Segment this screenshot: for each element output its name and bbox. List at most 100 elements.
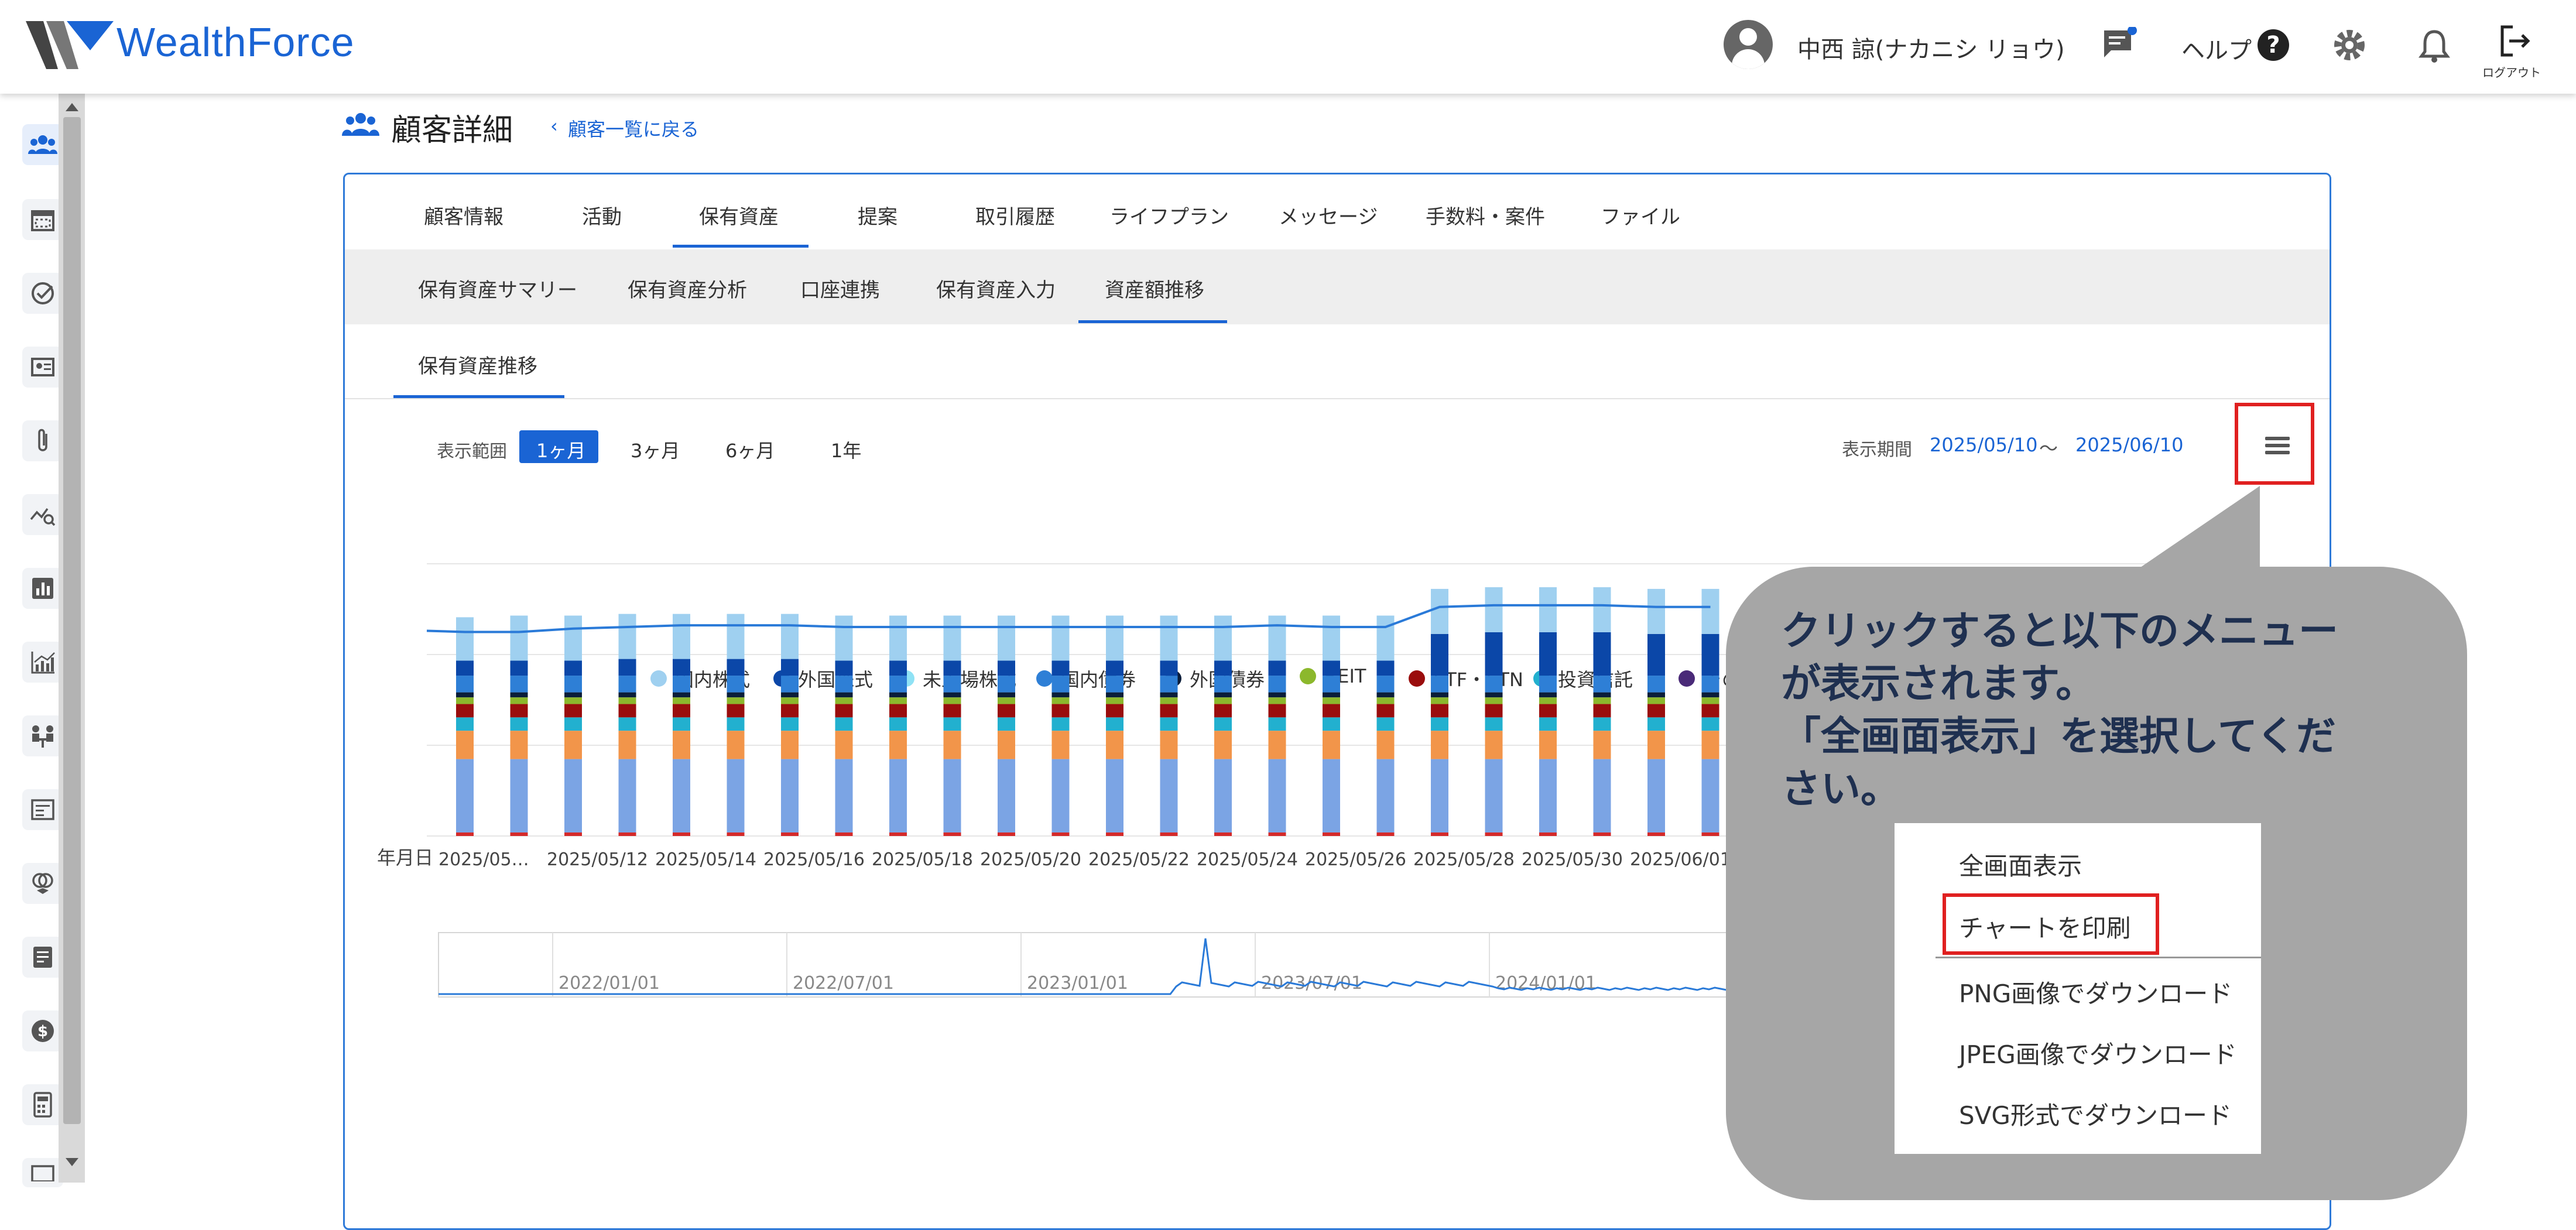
bar-segment (1647, 832, 1665, 836)
period-from[interactable]: 2025/05/10 (1930, 434, 2037, 456)
sidebar-article-icon[interactable] (22, 789, 63, 830)
bar-segment (564, 660, 582, 676)
range-3m-button[interactable]: 3ヶ月 (631, 436, 680, 463)
chevron-left-icon[interactable]: ‹ (550, 115, 558, 137)
x-tick-label: 2025/05/24 (1197, 849, 1298, 870)
help-icon[interactable]: ? (2258, 29, 2289, 61)
bar-segment (1701, 697, 1719, 704)
tab-fees[interactable]: 手数料・案件 (1426, 201, 1545, 229)
subtab-holdings-analysis[interactable]: 保有資産分析 (628, 274, 747, 303)
bar-segment (673, 697, 690, 704)
menu-item-download-jpeg[interactable]: JPEG画像でダウンロード (1959, 1035, 2237, 1071)
bar-segment (1539, 692, 1557, 698)
bar-segment (1268, 615, 1286, 661)
sidebar-rings-icon[interactable] (22, 863, 63, 904)
callout-line-2: が表示されます。 (1781, 661, 2096, 707)
bar-segment (889, 717, 907, 731)
bar-segment (456, 692, 474, 698)
bar-segment (1376, 717, 1395, 731)
sidebar-scrollbar-thumb[interactable] (63, 117, 81, 1124)
sidebar-more-icon[interactable] (22, 1158, 63, 1187)
notification-bell-icon[interactable] (2417, 28, 2452, 64)
sidebar-bar-chart-icon[interactable] (22, 568, 63, 609)
subtab-account-link[interactable]: 口座連携 (800, 274, 880, 303)
bar-segment (510, 731, 528, 759)
bar-segment (1268, 697, 1286, 704)
bar-segment (1106, 832, 1123, 836)
range-label: 表示範囲 (437, 441, 507, 462)
bar-segment (889, 676, 907, 693)
user-avatar-icon[interactable] (1724, 20, 1773, 69)
range-6m-button[interactable]: 6ヶ月 (725, 436, 775, 463)
logout-icon[interactable] (2498, 23, 2533, 59)
tab-holdings[interactable]: 保有資産 (699, 201, 779, 229)
menu-item-fullscreen[interactable]: 全画面表示 (1959, 847, 2082, 882)
bar-segment (1160, 692, 1178, 698)
tab-activity[interactable]: 活動 (582, 201, 622, 229)
bar-segment (618, 832, 636, 836)
messages-icon[interactable] (2102, 26, 2137, 62)
tab-proposal[interactable]: 提案 (858, 201, 898, 229)
tab-transactions[interactable]: 取引履歴 (975, 201, 1055, 229)
bar-segment (1376, 704, 1395, 718)
range-1y-button[interactable]: 1年 (831, 436, 861, 463)
back-to-list-link[interactable]: 顧客一覧に戻る (568, 115, 699, 142)
tab-files[interactable]: ファイル (1601, 201, 1680, 229)
bar-segment (943, 704, 961, 718)
bar-segment (727, 704, 745, 718)
sidebar-dollar-icon[interactable]: $ (22, 1010, 63, 1051)
bar-segment (998, 660, 1015, 676)
settings-gear-icon[interactable] (2331, 27, 2368, 63)
subsubtab-holdings-trend[interactable]: 保有資産推移 (418, 350, 537, 379)
bar-segment (673, 676, 690, 693)
bar-segment (781, 697, 799, 704)
scroll-up-arrow-icon[interactable] (66, 103, 78, 111)
sidebar-calculator-icon[interactable] (22, 1084, 63, 1125)
bar-segment (673, 692, 690, 698)
chart-menu-button[interactable] (2235, 403, 2314, 485)
bar-segment (835, 731, 853, 759)
bar-segment (510, 615, 528, 661)
sidebar-customers-icon[interactable] (22, 124, 63, 165)
bar-segment (456, 759, 474, 832)
tab-life-plan[interactable]: ライフプラン (1109, 201, 1229, 229)
menu-item-print-chart[interactable]: チャートを印刷 (1959, 909, 2131, 944)
subtab-asset-trend[interactable]: 資産額推移 (1105, 274, 1204, 303)
bar-segment (618, 717, 636, 731)
sidebar-attachment-icon[interactable] (22, 420, 63, 461)
bar-segment (456, 676, 474, 693)
user-name[interactable]: 中西 諒(ナカニシ リョウ) (1797, 30, 2065, 64)
tab-messages[interactable]: メッセージ (1279, 201, 1378, 229)
bar-segment (1376, 660, 1395, 676)
period-to[interactable]: 2025/06/10 (2075, 434, 2183, 456)
scroll-down-arrow-icon[interactable] (66, 1158, 78, 1166)
bar-segment (1051, 759, 1070, 832)
bar-segment (1431, 717, 1448, 731)
bar-segment (1376, 676, 1395, 693)
bar-segment (1214, 717, 1232, 731)
period-label: 表示期間 (1842, 440, 1912, 460)
bar-segment (1323, 731, 1340, 759)
bar-segment (1376, 832, 1395, 836)
bar-segment (781, 759, 799, 832)
bar-segment (618, 659, 636, 676)
chart-context-menu: 全画面表示 チャートを印刷 PNG画像でダウンロード JPEG画像でダウンロード… (1895, 823, 2261, 1154)
subtab-holdings-input[interactable]: 保有資産入力 (936, 274, 1056, 303)
menu-item-download-png[interactable]: PNG画像でダウンロード (1959, 974, 2232, 1010)
tab-customer-info[interactable]: 顧客情報 (424, 201, 503, 229)
bar-segment (1051, 832, 1070, 836)
subtab-holdings-summary[interactable]: 保有資産サマリー (418, 274, 577, 303)
tab-active-indicator (673, 245, 809, 248)
sidebar-meeting-icon[interactable] (22, 715, 63, 756)
sidebar-trend-chart-icon[interactable] (22, 642, 63, 683)
help-label[interactable]: ヘルプ (2181, 32, 2252, 66)
sidebar-task-check-icon[interactable] (22, 273, 63, 314)
sidebar-analytics-search-icon[interactable] (22, 494, 63, 535)
sidebar-calendar-icon[interactable] (22, 199, 63, 240)
sidebar-contact-card-icon[interactable] (22, 347, 63, 388)
menu-item-download-svg[interactable]: SVG形式でダウンロード (1959, 1096, 2232, 1132)
sidebar-document-icon[interactable] (22, 937, 63, 978)
logout-label[interactable]: ログアウト (2482, 63, 2541, 80)
bar-segment (456, 617, 474, 661)
brand-logo[interactable]: WealthForce (26, 18, 412, 76)
